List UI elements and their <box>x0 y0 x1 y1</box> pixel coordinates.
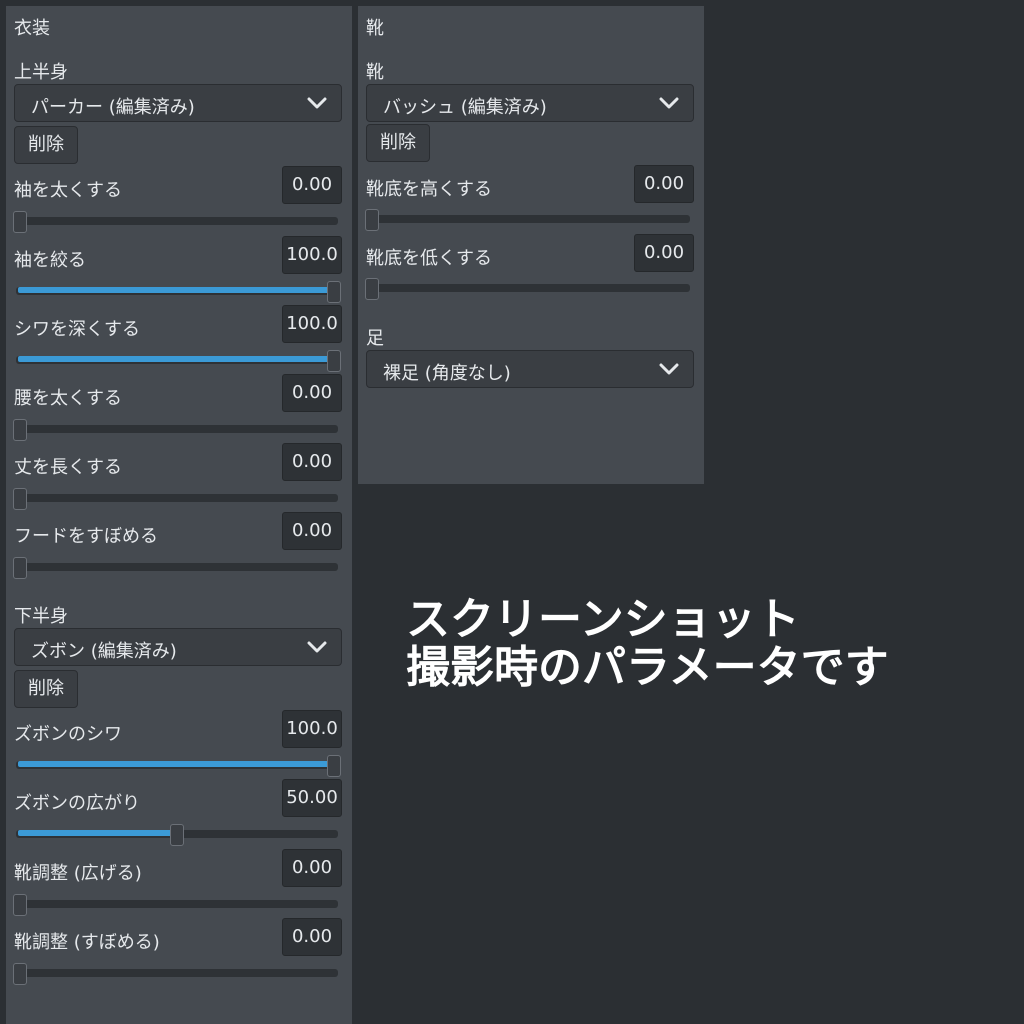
chevron-down-icon <box>659 363 679 375</box>
param-value-input[interactable]: 0.00 <box>282 849 342 887</box>
costume-panel: 衣装 上半身 パーカー (編集済み) 削除 袖を太くする 0.00 袖を絞る 1… <box>6 6 352 1024</box>
param-label: 袖を絞る <box>14 250 86 271</box>
shoes-dropdown[interactable]: バッシュ (編集済み) <box>366 84 694 122</box>
lower-body-delete-button[interactable]: 削除 <box>14 670 78 708</box>
overlay-caption-line1: スクリーンショット <box>406 594 800 645</box>
param-value-input[interactable]: 50.00 <box>282 779 342 817</box>
slider-track <box>16 217 338 225</box>
shoes-panel-title: 靴 <box>366 18 384 39</box>
param-label: 丈を長くする <box>14 457 122 478</box>
slider-handle[interactable] <box>13 894 27 916</box>
param-slider[interactable] <box>13 488 338 510</box>
param-slider[interactable] <box>13 557 338 579</box>
upper-body-dropdown[interactable]: パーカー (編集済み) <box>14 84 342 122</box>
upper-body-delete-button[interactable]: 削除 <box>14 126 78 164</box>
param-label: 靴底を高くする <box>366 179 492 200</box>
param-slider[interactable] <box>13 894 338 916</box>
costume-panel-title: 衣装 <box>14 18 50 39</box>
slider-track <box>16 425 338 433</box>
param-value-input[interactable]: 0.00 <box>282 374 342 412</box>
param-value-input[interactable]: 0.00 <box>634 234 694 272</box>
slider-fill <box>18 830 177 836</box>
slider-track <box>368 284 690 292</box>
param-value-input[interactable]: 0.00 <box>282 166 342 204</box>
param-slider[interactable] <box>16 755 341 777</box>
slider-handle[interactable] <box>13 419 27 441</box>
overlay-caption: スクリーンショット 撮影時のパラメータです <box>406 596 889 692</box>
lower-body-dropdown[interactable]: ズボン (編集済み) <box>14 628 342 666</box>
param-label: ズボンの広がり <box>14 793 140 814</box>
lower-body-selected: ズボン (編集済み) <box>31 641 177 662</box>
param-label: ズボンのシワ <box>14 724 122 745</box>
param-slider[interactable] <box>16 350 341 372</box>
param-label: 靴調整 (すぼめる) <box>14 932 160 953</box>
param-label: シワを深くする <box>14 319 140 340</box>
slider-handle[interactable] <box>170 824 184 846</box>
overlay-caption-line2: 撮影時のパラメータです <box>406 642 889 693</box>
param-value-input[interactable]: 100.0 <box>282 710 342 748</box>
slider-handle[interactable] <box>13 557 27 579</box>
lower-body-label: 下半身 <box>14 606 68 627</box>
slider-handle[interactable] <box>327 755 341 777</box>
param-value-input[interactable]: 100.0 <box>282 236 342 274</box>
param-value-input[interactable]: 0.00 <box>634 165 694 203</box>
param-value-input[interactable]: 0.00 <box>282 918 342 956</box>
slider-fill <box>18 287 334 293</box>
upper-body-label: 上半身 <box>14 62 68 83</box>
shoes-label: 靴 <box>366 62 384 83</box>
slider-handle[interactable] <box>327 350 341 372</box>
param-value-input[interactable]: 100.0 <box>282 305 342 343</box>
slider-track <box>16 969 338 977</box>
param-value-input[interactable]: 0.00 <box>282 443 342 481</box>
slider-fill <box>18 356 334 362</box>
slider-handle[interactable] <box>13 488 27 510</box>
slider-handle[interactable] <box>365 209 379 231</box>
slider-handle[interactable] <box>365 278 379 300</box>
slider-handle[interactable] <box>13 211 27 233</box>
param-slider[interactable] <box>365 209 690 231</box>
slider-handle[interactable] <box>327 281 341 303</box>
shoes-delete-button[interactable]: 削除 <box>366 124 430 162</box>
slider-track <box>16 494 338 502</box>
param-slider[interactable] <box>16 824 338 846</box>
param-label: 靴調整 (広げる) <box>14 863 142 884</box>
slider-fill <box>18 761 334 767</box>
param-slider[interactable] <box>13 419 338 441</box>
slider-track <box>368 215 690 223</box>
param-label: 腰を太くする <box>14 388 122 409</box>
slider-handle[interactable] <box>13 963 27 985</box>
shoes-panel: 靴 靴 バッシュ (編集済み) 削除 靴底を高くする 0.00 靴底を低くする … <box>358 6 704 484</box>
upper-body-selected: パーカー (編集済み) <box>31 97 195 118</box>
feet-dropdown[interactable]: 裸足 (角度なし) <box>366 350 694 388</box>
param-slider[interactable] <box>13 963 338 985</box>
shoes-selected: バッシュ (編集済み) <box>383 97 547 118</box>
param-label: フードをすぼめる <box>14 526 158 547</box>
chevron-down-icon <box>307 641 327 653</box>
feet-selected: 裸足 (角度なし) <box>383 363 511 384</box>
slider-track <box>16 563 338 571</box>
param-label: 袖を太くする <box>14 180 122 201</box>
param-slider[interactable] <box>16 281 341 303</box>
param-slider[interactable] <box>13 211 338 233</box>
param-label: 靴底を低くする <box>366 248 492 269</box>
param-slider[interactable] <box>365 278 690 300</box>
param-value-input[interactable]: 0.00 <box>282 512 342 550</box>
chevron-down-icon <box>659 97 679 109</box>
chevron-down-icon <box>307 97 327 109</box>
slider-track <box>16 900 338 908</box>
feet-label: 足 <box>366 328 384 349</box>
